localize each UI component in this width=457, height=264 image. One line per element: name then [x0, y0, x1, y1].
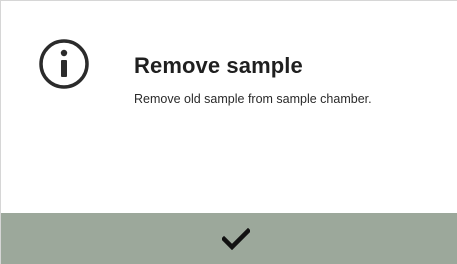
info-circle-icon	[39, 39, 89, 89]
remove-sample-dialog: Remove sample Remove old sample from sam…	[0, 0, 457, 264]
dialog-title: Remove sample	[134, 53, 303, 78]
dialog-message: Remove old sample from sample chamber.	[134, 92, 372, 106]
checkmark-icon	[222, 228, 250, 250]
